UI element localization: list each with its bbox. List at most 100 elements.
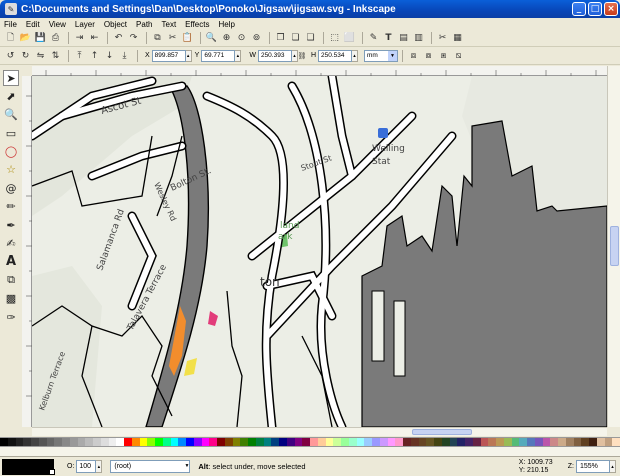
palette-swatch[interactable] [271, 438, 279, 446]
palette-swatch[interactable] [279, 438, 287, 446]
opacity-input[interactable]: 100 [76, 460, 97, 473]
zoom-tool-icon[interactable]: 🔍 [3, 107, 19, 123]
xml-editor-icon[interactable]: ▤ [397, 32, 410, 45]
import-icon[interactable]: ⇥ [73, 32, 86, 45]
palette-swatch[interactable] [325, 438, 334, 446]
zoom-drawing-icon[interactable]: ⊕ [220, 32, 233, 45]
palette-swatch[interactable] [426, 438, 434, 446]
calligraphy-tool-icon[interactable]: ✍ [3, 236, 19, 252]
x-spinner[interactable]: ▴ [185, 49, 192, 62]
align-distribute-icon[interactable]: ▥ [412, 32, 425, 45]
palette-swatch[interactable] [108, 438, 117, 446]
palette-swatch[interactable] [85, 438, 93, 446]
spiral-tool-icon[interactable]: @ [3, 180, 19, 196]
dropper-tool-icon[interactable]: ✑ [3, 309, 19, 325]
palette-swatch[interactable] [480, 438, 489, 446]
palette-swatch[interactable] [209, 438, 217, 446]
palette-swatch[interactable] [139, 438, 148, 446]
palette-swatch[interactable] [550, 438, 558, 446]
height-input[interactable]: 250.534 [318, 49, 353, 62]
lower-to-bottom-icon[interactable]: ⤓ [118, 49, 131, 62]
palette-swatch[interactable] [23, 438, 31, 446]
minimize-button[interactable]: _ [572, 2, 586, 16]
vertical-scrollbar[interactable] [607, 66, 620, 427]
raise-icon[interactable]: ↑ [88, 49, 101, 62]
preferences-icon[interactable]: ✂ [436, 32, 449, 45]
palette-swatch[interactable] [46, 438, 55, 446]
opacity-spinner[interactable]: ▴ [96, 460, 103, 473]
flip-vertical-icon[interactable]: ⇅ [49, 49, 62, 62]
rotate-ccw-icon[interactable]: ↺ [4, 49, 17, 62]
unit-select[interactable]: mm ▼ [364, 49, 399, 62]
palette-swatch[interactable] [333, 438, 341, 446]
clone-icon[interactable]: ❏ [289, 32, 302, 45]
zoom-input[interactable]: 155% [576, 460, 610, 473]
menu-edit[interactable]: Edit [26, 20, 40, 29]
palette-swatch[interactable] [387, 438, 396, 446]
palette-swatch[interactable] [372, 438, 380, 446]
group-icon[interactable]: ⬚ [328, 32, 341, 45]
selector-tool-icon[interactable]: ➤ [3, 70, 19, 86]
palette-swatch[interactable] [310, 438, 318, 446]
palette-swatch[interactable] [15, 438, 24, 446]
palette-swatch[interactable] [193, 438, 202, 446]
palette-swatch[interactable] [348, 438, 357, 446]
palette-swatch[interactable] [488, 438, 496, 446]
star-tool-icon[interactable]: ☆ [3, 162, 19, 178]
lock-ratio-icon[interactable]: ⛓ [298, 49, 307, 62]
palette-swatch[interactable] [379, 438, 388, 446]
zoom-width-icon[interactable]: ⊚ [250, 32, 263, 45]
redo-icon[interactable]: ↷ [127, 32, 140, 45]
palette-swatch[interactable] [589, 438, 597, 446]
cut-icon[interactable]: ✂ [166, 32, 179, 45]
close-button[interactable]: × [604, 2, 618, 16]
palette-swatch[interactable] [395, 438, 403, 446]
x-input[interactable]: 899.857 [151, 49, 186, 62]
ungroup-icon[interactable]: ⬜ [343, 32, 356, 45]
pencil-tool-icon[interactable]: ✏ [3, 199, 19, 215]
palette-swatch[interactable] [62, 438, 70, 446]
palette-swatch[interactable] [503, 438, 512, 446]
connector-tool-icon[interactable]: ⧉ [3, 272, 19, 288]
palette-swatch[interactable] [217, 438, 225, 446]
palette-swatch[interactable] [31, 438, 39, 446]
palette-swatch[interactable] [317, 438, 326, 446]
palette-swatch[interactable] [403, 438, 411, 446]
palette-scrollbar[interactable] [0, 447, 620, 456]
palette-swatch[interactable] [496, 438, 504, 446]
menu-object[interactable]: Object [104, 20, 127, 29]
palette-swatch[interactable] [54, 438, 62, 446]
open-file-icon[interactable]: 📂 [19, 32, 32, 45]
palette-swatch[interactable] [131, 438, 140, 446]
gradient-tool-icon[interactable]: ▩ [3, 291, 19, 307]
palette-swatch[interactable] [255, 438, 264, 446]
palette-swatch[interactable] [418, 438, 427, 446]
height-spinner[interactable]: ▴ [352, 49, 359, 62]
new-document-icon[interactable]: 🗋 [4, 32, 17, 45]
palette-swatch[interactable] [472, 438, 481, 446]
scale-corners-icon[interactable]: ⧇ [422, 49, 435, 62]
width-input[interactable]: 250.393 [257, 49, 292, 62]
palette-swatch[interactable] [170, 438, 179, 446]
stroke-swatch[interactable] [49, 468, 55, 475]
palette-swatch[interactable] [186, 438, 194, 446]
copy-icon[interactable]: ⧉ [151, 32, 164, 45]
zoom-spinner[interactable]: ▴ [610, 460, 616, 473]
palette-swatch[interactable] [0, 438, 8, 446]
flip-horizontal-icon[interactable]: ⇋ [34, 49, 47, 62]
ellipse-tool-icon[interactable]: ◯ [3, 144, 19, 160]
raise-to-top-icon[interactable]: ⤒ [73, 49, 86, 62]
palette-swatch[interactable] [240, 438, 248, 446]
menu-view[interactable]: View [49, 20, 66, 29]
palette-swatch[interactable] [77, 438, 86, 446]
palette-swatch[interactable] [232, 438, 241, 446]
palette-swatch[interactable] [224, 438, 233, 446]
layer-select[interactable]: (root) ▼ [110, 460, 191, 473]
menu-text[interactable]: Text [162, 20, 177, 29]
node-tool-icon[interactable]: ⬈ [3, 88, 19, 104]
menu-help[interactable]: Help [218, 20, 234, 29]
save-file-icon[interactable]: 💾 [34, 32, 47, 45]
palette-swatch[interactable] [7, 438, 16, 446]
color-palette[interactable] [0, 437, 620, 447]
duplicate-icon[interactable]: ❐ [274, 32, 287, 45]
